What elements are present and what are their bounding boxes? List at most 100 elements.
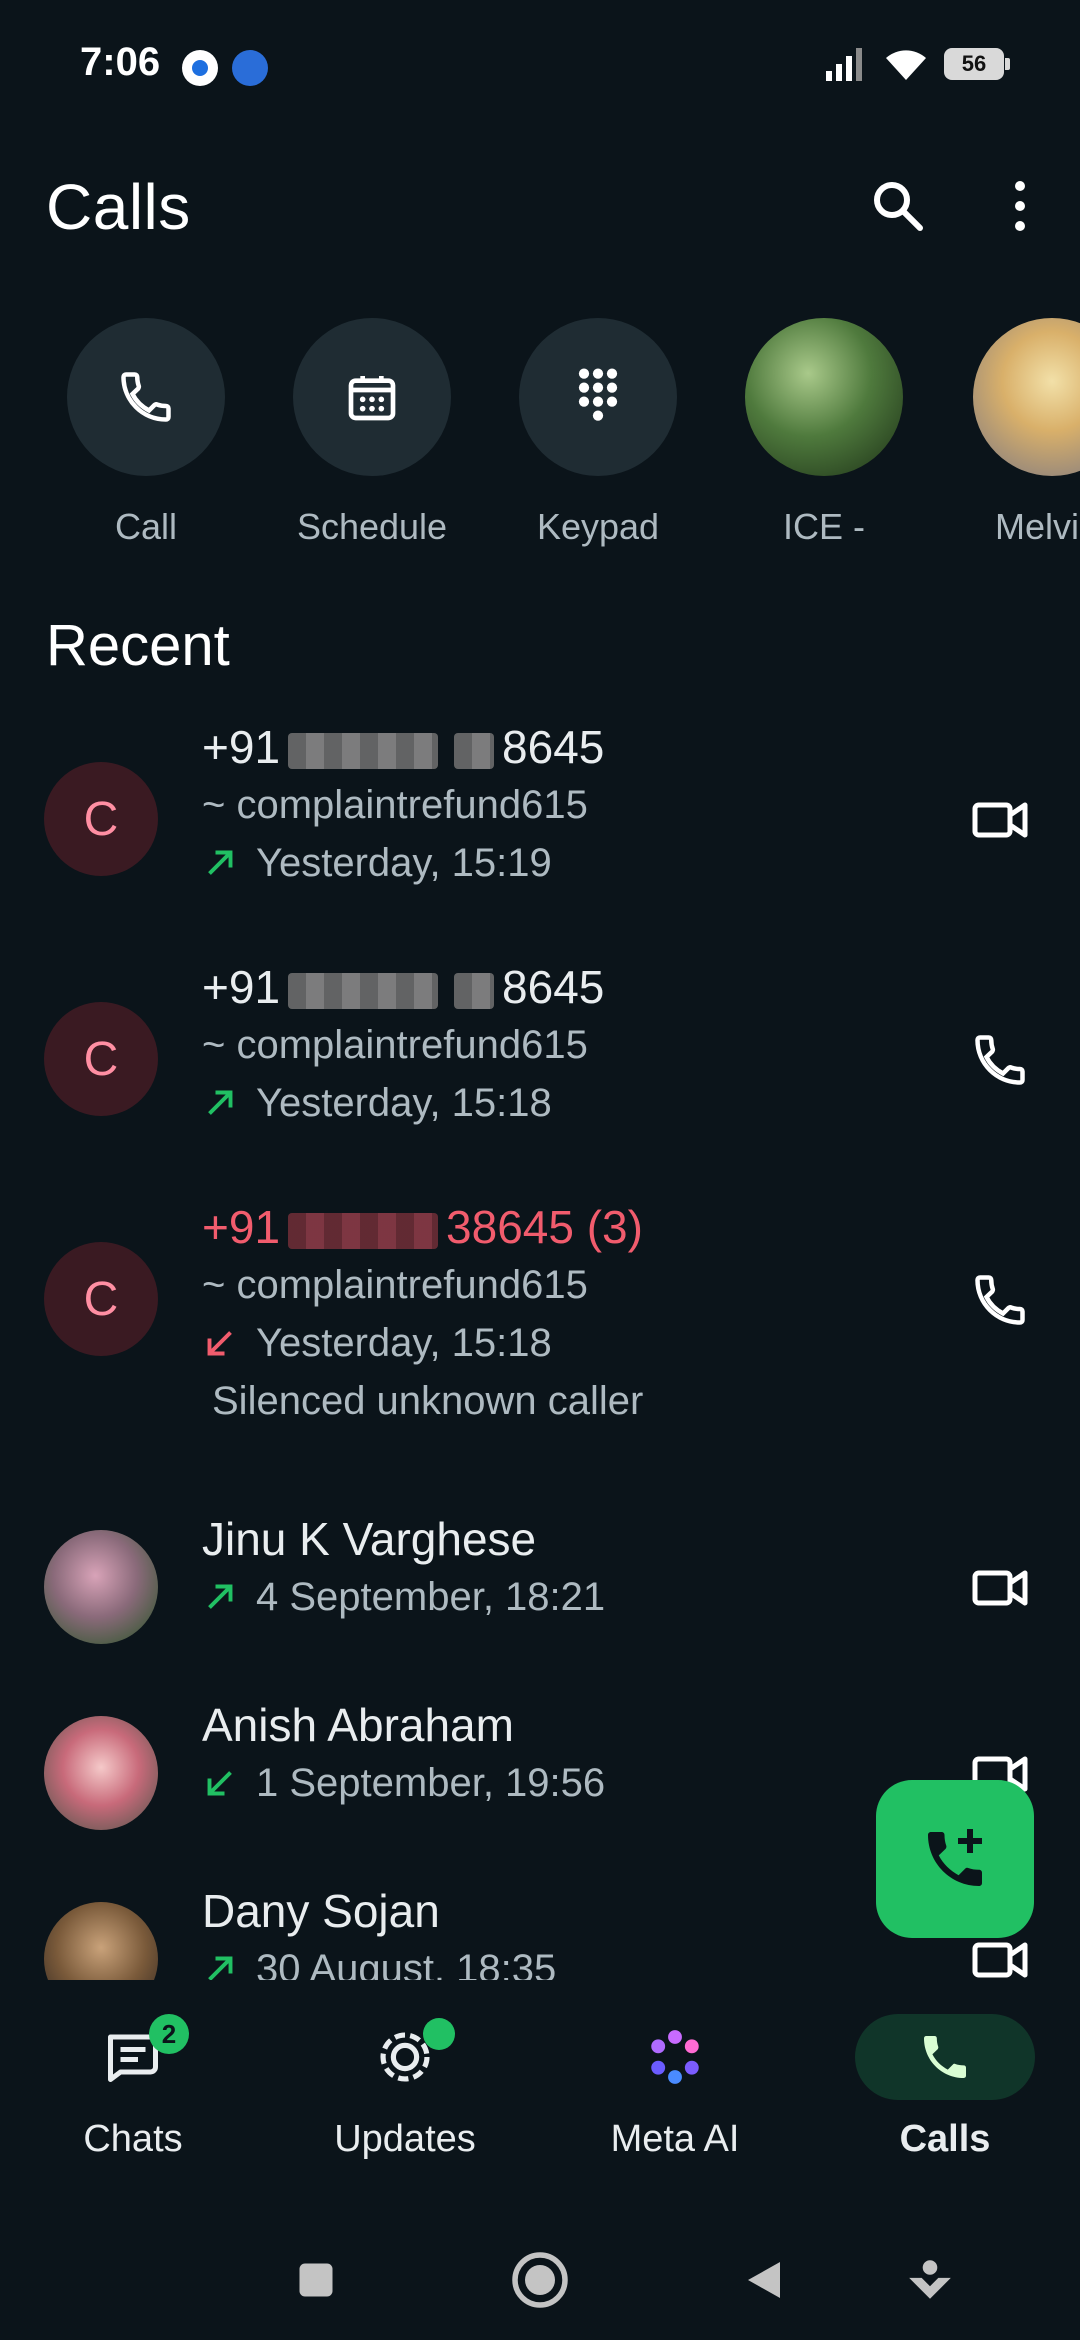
nav-calls[interactable]: Calls [830,2014,1060,2174]
quick-schedule-circle[interactable] [293,318,451,476]
call-note: Silenced unknown caller [212,1379,644,1423]
new-updates-dot [423,2018,455,2050]
call-row-text: Anish Abraham 1 September, 19:56 [202,1696,605,1812]
search-button[interactable] [868,176,928,236]
nav-updates-label: Updates [334,2118,476,2160]
assist-icon [909,2260,951,2299]
caller-name: +91 8645 [202,958,604,1016]
video-call-button[interactable] [968,1556,1032,1620]
recent-heading: Recent [46,613,230,678]
home-circle-icon [512,2252,568,2308]
add-call-icon [928,1829,982,1886]
quick-schedule-label: Schedule [296,506,448,547]
call-row-text: +91 8645 ~ complaintrefund615 Yesterday, … [202,958,604,1132]
caller-name: +91 8645 [202,718,604,776]
nav-meta-ai[interactable]: Meta AI [560,2014,790,2174]
call-detail: Yesterday, 15:18 [202,1074,604,1132]
call-row-text: +91 8645 ~ complaintrefund615 Yesterday, … [202,718,604,892]
recents-button[interactable] [286,2250,346,2310]
outgoing-arrow-icon [208,1956,233,1980]
status-time: 7:06 [80,40,161,84]
phone-notification-icon [182,50,218,86]
wifi-icon [886,50,926,80]
avatar-letter: C [83,1272,119,1326]
call-row-text: Jinu K Varghese 4 September, 18:21 [202,1510,605,1626]
phone-icon [975,1035,1025,1085]
call-row[interactable]: C +91 8645 ~ complaintrefund615 Yesterday… [0,718,1080,958]
quick-schedule[interactable]: Schedule [287,318,457,558]
calendar-icon [348,376,396,421]
contact-photo[interactable] [745,318,903,476]
nav-meta-ai-icon-wrap[interactable] [585,2014,765,2100]
quick-keypad-circle[interactable] [519,318,677,476]
quick-call-circle[interactable] [67,318,225,476]
avatar-letter: C [83,792,119,846]
phone-icon [975,1275,1025,1325]
call-row[interactable]: C +91 38645 (3) ~ complaintrefund615 Yest… [0,1198,1080,1466]
redacted-number [288,972,439,1009]
more-options-button[interactable] [1000,176,1040,236]
call-detail: 1 September, 19:56 [202,1754,605,1812]
contact-photo[interactable] [973,318,1080,476]
nav-chats-icon-wrap[interactable]: 2 [43,2014,223,2100]
favorite-contact-melvin[interactable]: Melvi [965,318,1080,558]
caller-username: ~ complaintrefund615 [202,1023,588,1067]
avatar: C [44,1242,158,1356]
favorite-contact-ice[interactable]: ICE - [739,318,909,558]
quick-call[interactable]: Call [61,318,231,558]
assist-button[interactable] [900,2250,960,2310]
voice-call-button[interactable] [968,1028,1032,1092]
nav-chats-label: Chats [83,2118,183,2160]
status-indicators: 56 [824,46,1010,82]
call-row[interactable]: C +91 8645 ~ complaintrefund615 Yesterday… [0,958,1080,1198]
back-triangle-icon [748,2262,780,2298]
redacted-number [288,732,439,769]
caller-number-prefix: +91 [202,1201,281,1253]
caller-username: ~ complaintrefund615 [202,783,588,827]
nav-updates-icon-wrap[interactable] [315,2014,495,2100]
call-detail: 4 September, 18:21 [202,1568,605,1626]
quick-call-label: Call [114,506,177,547]
nav-updates[interactable]: Updates [290,2014,520,2174]
contact-avatar [44,1716,158,1830]
redacted-number [454,732,495,769]
call-time: Yesterday, 15:18 [256,1081,552,1125]
nav-chats[interactable]: 2 Chats [18,2014,248,2174]
caller-name: Dany Sojan [202,1885,440,1937]
nav-calls-icon-wrap[interactable] [855,2014,1035,2100]
voice-call-button[interactable] [968,1268,1032,1332]
video-call-icon [972,1570,1028,1606]
video-call-button[interactable] [968,788,1032,852]
new-call-fab[interactable] [876,1780,1034,1938]
caller-name: +91 38645 (3) [202,1198,643,1256]
call-detail: Yesterday, 15:18 [202,1314,643,1372]
nav-calls-label: Calls [899,2118,991,2160]
favorite-contact-label: ICE - [782,506,865,547]
caller-number-suffix: 8645 [502,721,605,773]
caller-number-prefix: +91 [202,961,281,1013]
redacted-number [454,972,495,1009]
call-time: 1 September, 19:56 [256,1761,606,1805]
contact-avatar [44,1902,158,1980]
video-call-icon [972,802,1028,838]
missed-count: (3) [586,1201,643,1253]
back-button[interactable] [734,2250,794,2310]
call-detail: 30 August, 18:35 [202,1940,556,1980]
dialpad-icon [578,368,618,421]
caller-number-suffix: 38645 [446,1201,574,1253]
call-detail: Yesterday, 15:19 [202,834,604,892]
avatar: C [44,1002,158,1116]
outgoing-arrow-icon [208,1090,233,1115]
square-icon [299,2263,333,2297]
app-header: Calls [0,150,1080,260]
caller-name: Anish Abraham [202,1699,514,1751]
outgoing-arrow-icon [208,850,233,875]
quick-keypad[interactable]: Keypad [513,318,683,558]
call-row[interactable]: Jinu K Varghese 4 September, 18:21 [0,1498,1080,1678]
home-button[interactable] [510,2250,570,2310]
search-icon [874,182,923,231]
missed-arrow-icon [207,1331,232,1356]
caller-number-prefix: +91 [202,721,281,773]
system-navigation-bar [0,2220,1080,2340]
favorite-contact-label: Melvi [995,506,1080,547]
